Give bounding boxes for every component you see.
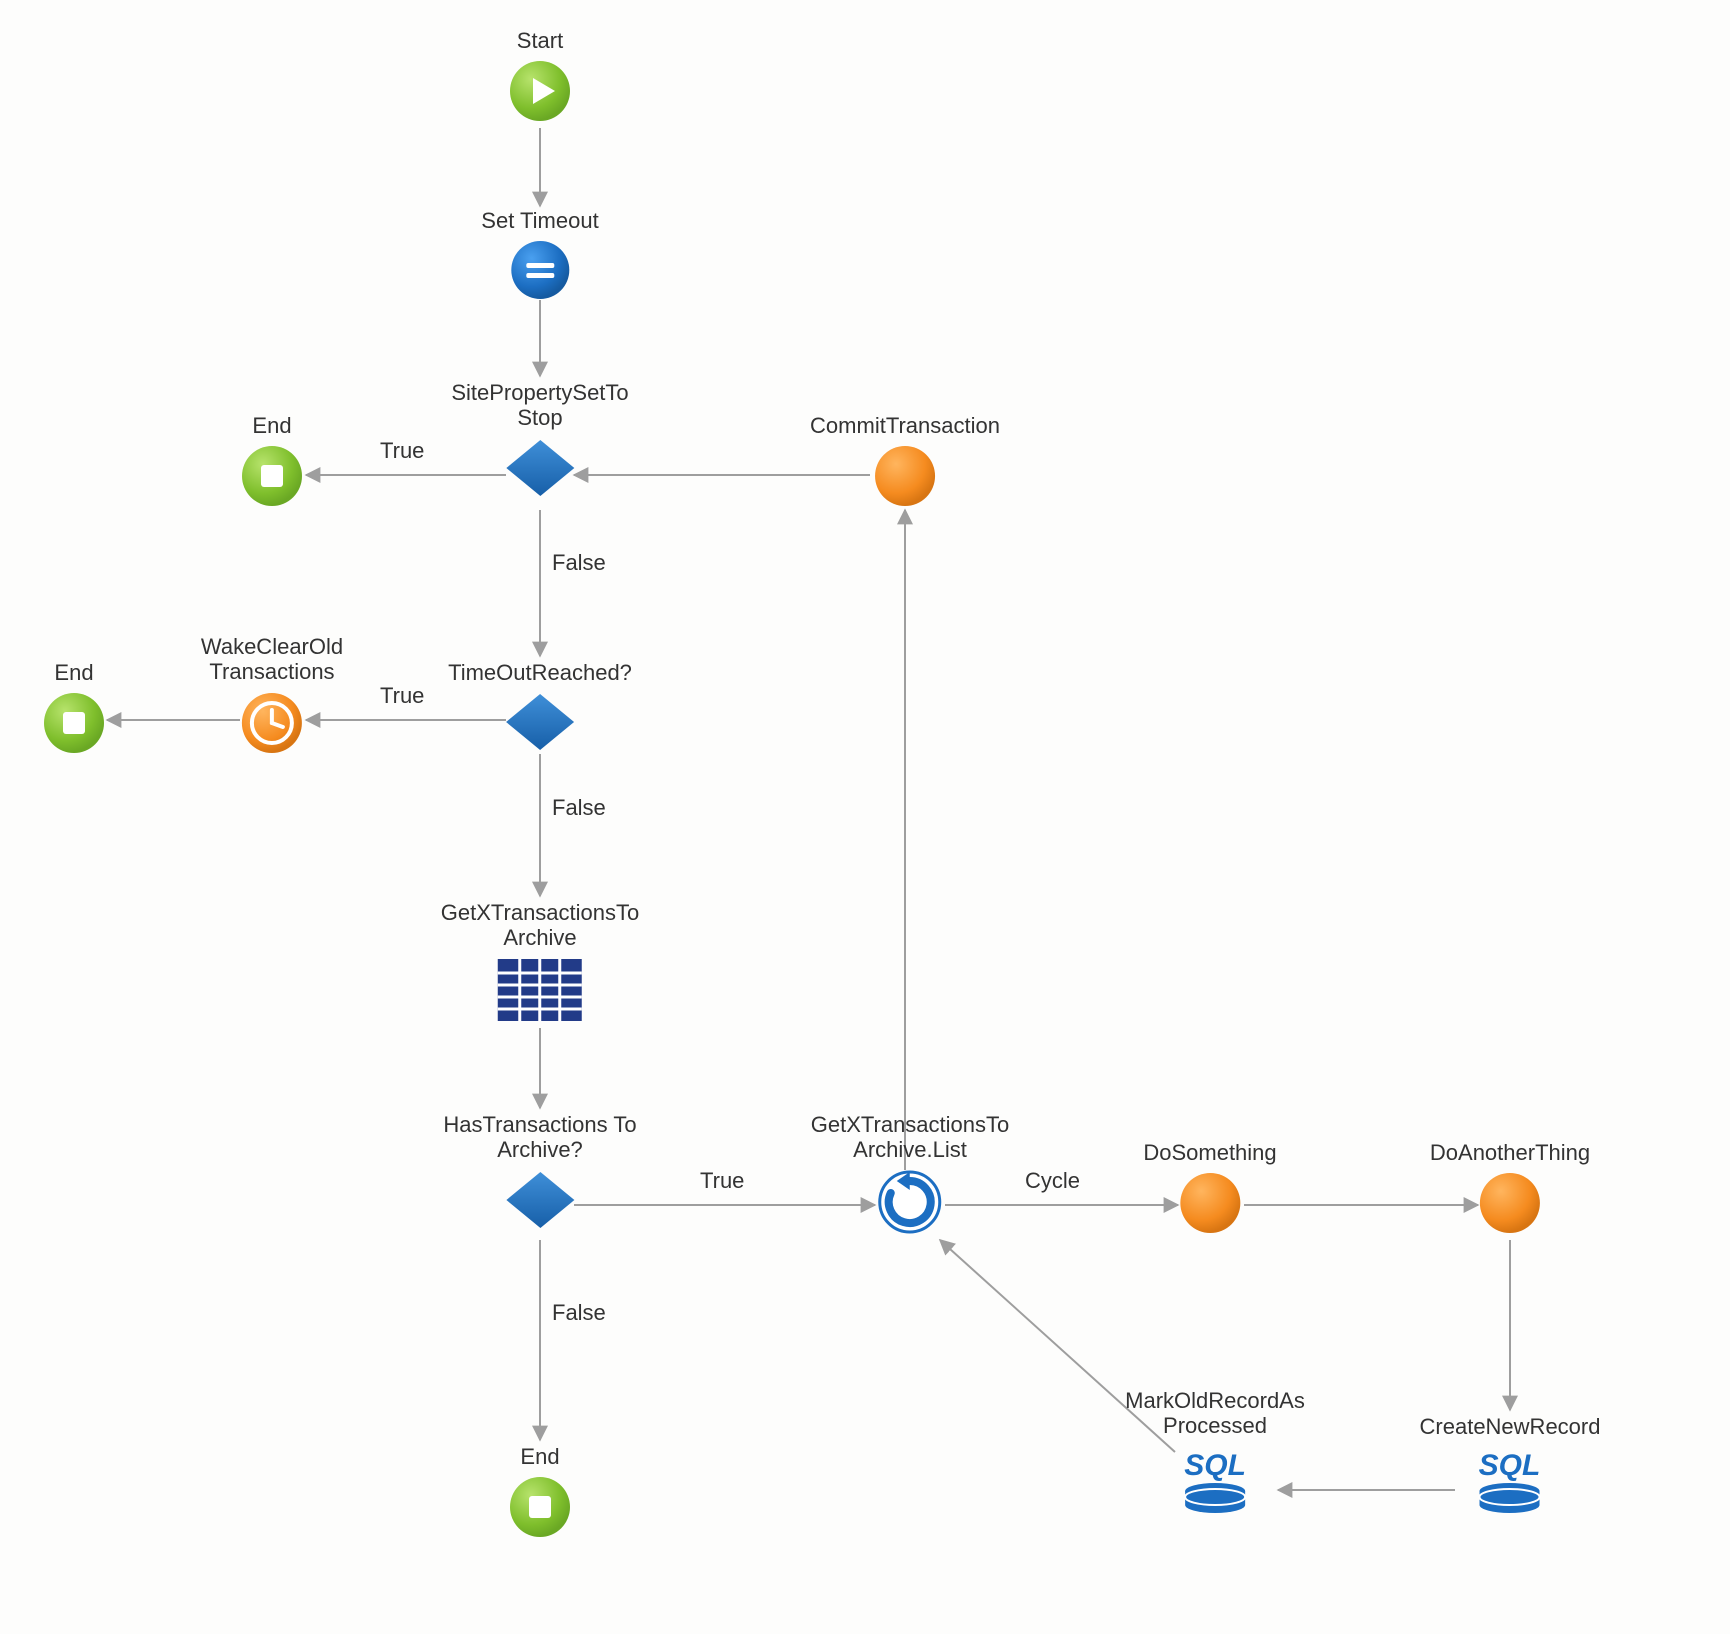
diamond-icon	[504, 437, 576, 499]
node-label: DoSomething	[1143, 1140, 1276, 1165]
loop-icon	[877, 1169, 943, 1235]
node-label: GetXTransactionsTo Archive	[441, 900, 640, 951]
action-icon	[873, 444, 937, 508]
node-end[interactable]: End	[42, 660, 106, 761]
node-do-something[interactable]: DoSomething	[1143, 1140, 1276, 1241]
node-timeout-reached[interactable]: TimeOutReached?	[448, 660, 632, 759]
edge-label-false: False	[552, 795, 606, 821]
edge-label-cycle: Cycle	[1025, 1168, 1080, 1194]
node-end[interactable]: End	[240, 413, 304, 514]
node-label: CommitTransaction	[810, 413, 1000, 438]
edge-label-false: False	[552, 1300, 606, 1326]
clock-icon	[240, 691, 304, 755]
action-icon	[1178, 1171, 1242, 1235]
svg-text:SQL: SQL	[1184, 1449, 1246, 1482]
node-label: HasTransactions To Archive?	[443, 1112, 636, 1163]
node-label: WakeClearOld Transactions	[201, 634, 343, 685]
node-end[interactable]: End	[508, 1444, 572, 1545]
node-label: MarkOldRecordAs Processed	[1125, 1388, 1305, 1439]
node-get-transactions[interactable]: GetXTransactionsTo Archive	[441, 900, 640, 1029]
node-create-new-record[interactable]: CreateNewRecord SQL	[1420, 1414, 1601, 1527]
node-label: End	[240, 413, 304, 438]
node-label: CreateNewRecord	[1420, 1414, 1601, 1439]
grid-icon	[496, 957, 584, 1023]
flow-diagram: True False True False True False Cycle S…	[0, 0, 1730, 1634]
node-label: GetXTransactionsTo Archive.List	[811, 1112, 1010, 1163]
node-start[interactable]: Start	[508, 28, 572, 129]
node-label: DoAnotherThing	[1430, 1140, 1590, 1165]
node-label: End	[42, 660, 106, 685]
node-has-transactions[interactable]: HasTransactions To Archive?	[443, 1112, 636, 1237]
edge-label-true: True	[380, 683, 424, 709]
edge-label-true: True	[380, 438, 424, 464]
node-label: TimeOutReached?	[448, 660, 632, 685]
diamond-icon	[504, 1169, 576, 1231]
action-icon	[1478, 1171, 1542, 1235]
node-site-property[interactable]: SitePropertySetTo Stop	[451, 380, 628, 505]
stop-icon	[240, 444, 304, 508]
diamond-icon	[504, 691, 576, 753]
node-label: Start	[508, 28, 572, 53]
stop-icon	[42, 691, 106, 755]
node-set-timeout[interactable]: Set Timeout	[481, 208, 598, 307]
play-icon	[508, 59, 572, 123]
svg-text:SQL: SQL	[1479, 1449, 1541, 1482]
node-commit-transaction[interactable]: CommitTransaction	[810, 413, 1000, 514]
assign-icon	[509, 239, 571, 301]
node-wake-clear[interactable]: WakeClearOld Transactions	[201, 634, 343, 761]
edges-layer	[0, 0, 1730, 1634]
node-label: SitePropertySetTo Stop	[451, 380, 628, 431]
edge-label-true: True	[700, 1168, 744, 1194]
sql-icon: SQL	[1175, 1445, 1255, 1521]
node-foreach-list[interactable]: GetXTransactionsTo Archive.List	[811, 1112, 1010, 1241]
node-do-another[interactable]: DoAnotherThing	[1430, 1140, 1590, 1241]
edge-label-false: False	[552, 550, 606, 576]
node-mark-old-record[interactable]: MarkOldRecordAs Processed SQL	[1125, 1388, 1305, 1527]
stop-icon	[508, 1475, 572, 1539]
node-label: End	[508, 1444, 572, 1469]
sql-icon: SQL	[1470, 1445, 1550, 1521]
node-label: Set Timeout	[481, 208, 598, 233]
